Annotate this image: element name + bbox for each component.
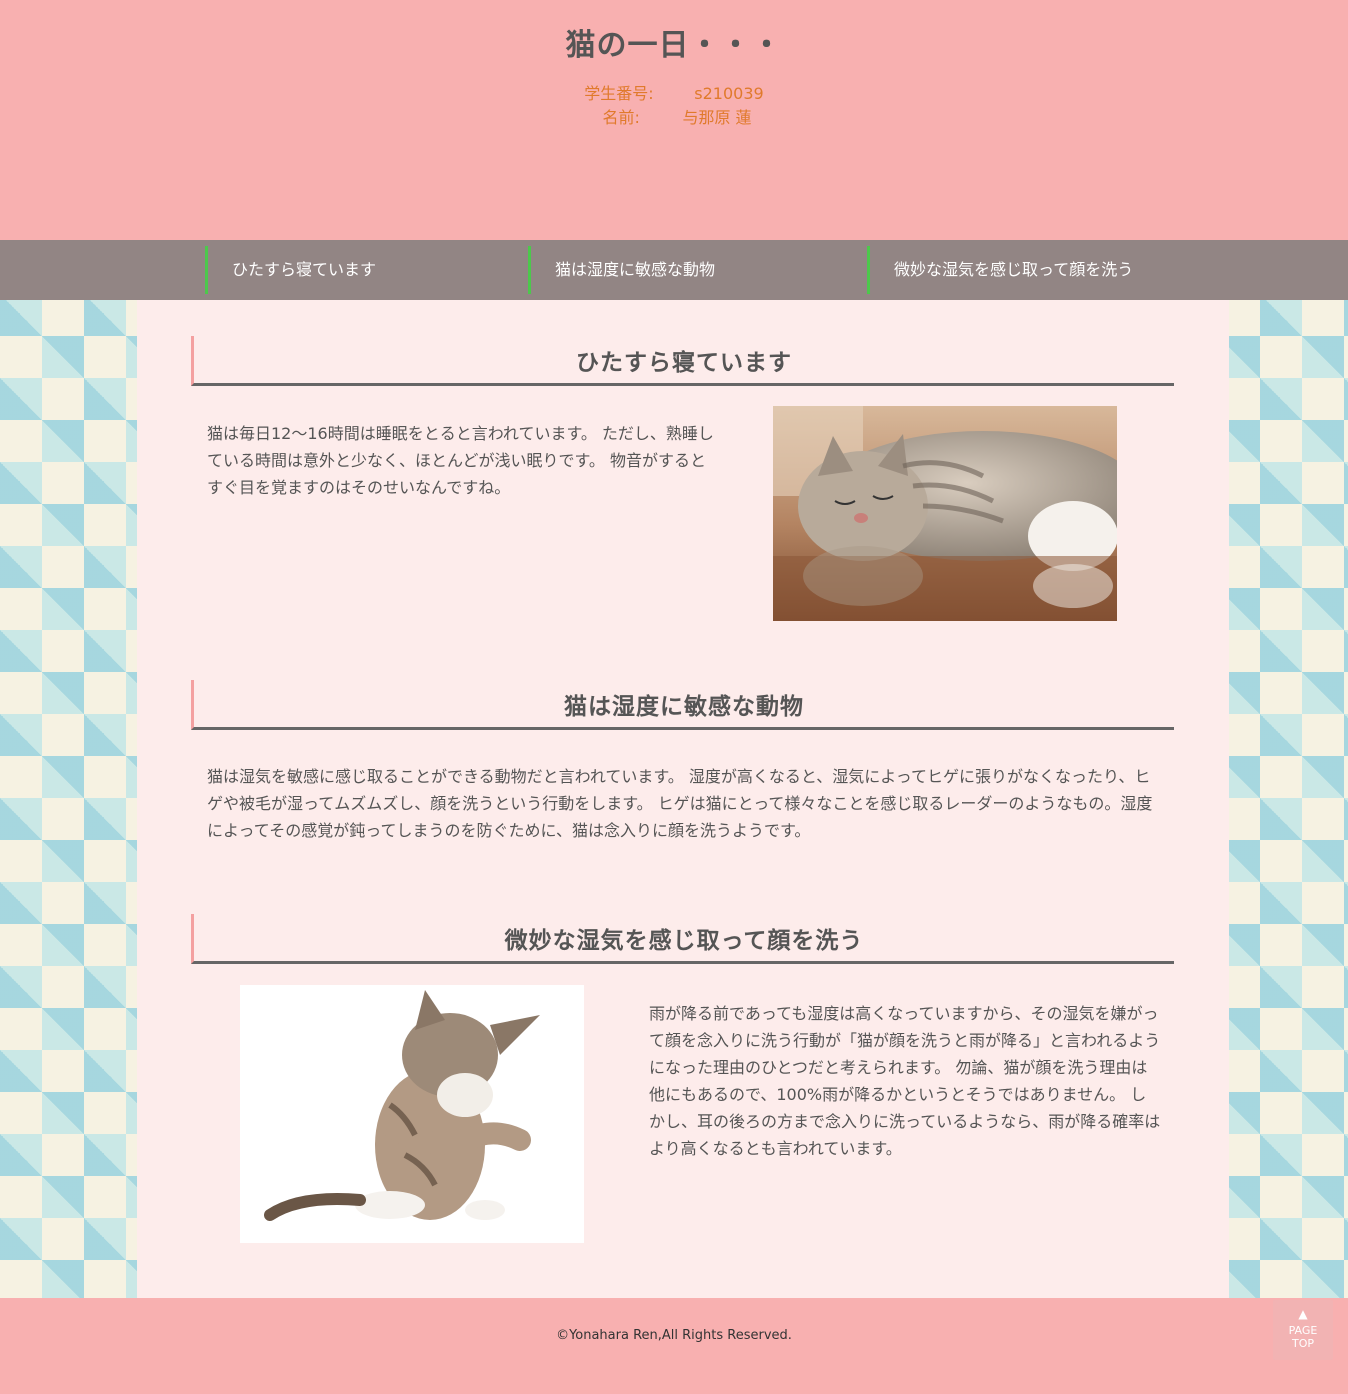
page-top-button[interactable]: ▲ PAGE TOP (1273, 1300, 1333, 1360)
copyright-text: ©Yonahara Ren,All Rights Reserved. (556, 1328, 792, 1343)
name-label: 名前: (602, 108, 640, 127)
grooming-cat-image (240, 985, 584, 1243)
student-id-label: 学生番号: (584, 84, 654, 103)
main-content: ひたすら寝ています 猫は毎日12〜16時間は睡眠をとると言われています。 ただし… (137, 300, 1229, 1298)
nav-item-sleeping[interactable]: ひたすら寝ています (205, 246, 525, 294)
nav-item-face-washing[interactable]: 微妙な湿気を感じ取って顔を洗う (867, 246, 1187, 294)
section-text-face-washing: 雨が降る前であっても湿度は高くなっていますから、その湿気を嫌がって顔を念入りに洗… (649, 1004, 1161, 1158)
site-header: 猫の一日・・・ 学生番号: s210039 名前: 与那原 蓮 (0, 0, 1348, 240)
page-top-label-line2: TOP (1291, 1337, 1314, 1350)
page-title: 猫の一日・・・ (565, 28, 783, 63)
section-heading-sleeping: ひたすら寝ています (191, 336, 1174, 386)
student-info: 学生番号: s210039 名前: 与那原 蓮 (0, 82, 1348, 130)
section-heading-face-washing: 微妙な湿気を感じ取って顔を洗う (191, 914, 1174, 964)
site-footer: ©Yonahara Ren,All Rights Reserved. (0, 1298, 1348, 1394)
nav-item-humidity[interactable]: 猫は湿度に敏感な動物 (528, 246, 866, 294)
name-value: 与那原 蓮 (682, 108, 752, 127)
section-heading-humidity: 猫は湿度に敏感な動物 (191, 680, 1174, 730)
global-nav: ひたすら寝ています 猫は湿度に敏感な動物 微妙な湿気を感じ取って顔を洗う (0, 240, 1348, 300)
page-top-label-line1: PAGE (1288, 1324, 1318, 1337)
up-arrow-icon: ▲ (1298, 1307, 1308, 1321)
sleeping-cat-image (773, 406, 1117, 621)
section-text-sleeping: 猫は毎日12〜16時間は睡眠をとると言われています。 ただし、熟睡している時間は… (207, 424, 714, 497)
section-text-humidity: 猫は湿気を敏感に感じ取ることができる動物だと言われています。 湿度が高くなると、… (207, 767, 1153, 840)
student-id-value: s210039 (694, 84, 764, 103)
